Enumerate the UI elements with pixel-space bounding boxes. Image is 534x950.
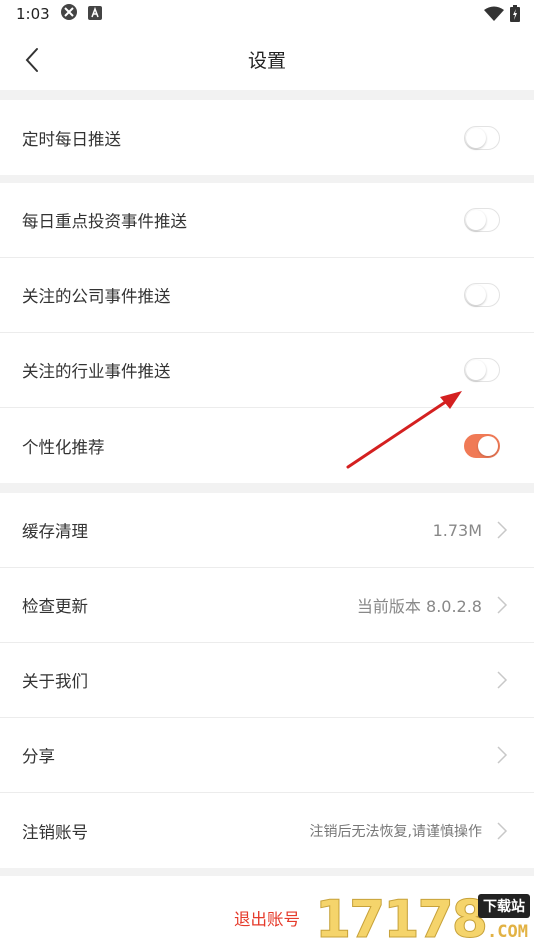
setting-label: 注销账号 bbox=[22, 822, 88, 842]
watermark-domain: .COM bbox=[487, 922, 528, 942]
setting-row-personalized[interactable]: 个性化推荐 bbox=[0, 408, 534, 483]
setting-row-company-push[interactable]: 关注的公司事件推送 bbox=[0, 258, 534, 333]
setting-label: 每日重点投资事件推送 bbox=[22, 212, 187, 231]
toggle-knob bbox=[478, 435, 498, 456]
setting-label: 定时每日推送 bbox=[22, 129, 121, 149]
toggle-knob bbox=[466, 360, 486, 380]
company-push-toggle[interactable] bbox=[464, 283, 500, 307]
chevron-right-icon bbox=[497, 746, 508, 764]
vpn-icon bbox=[60, 3, 78, 25]
watermark-tag: 下载站 bbox=[478, 894, 530, 918]
watermark-digits: 17178 bbox=[315, 890, 489, 950]
personalized-toggle[interactable] bbox=[464, 433, 500, 458]
setting-label: 关于我们 bbox=[22, 672, 88, 691]
toggle-knob bbox=[466, 127, 486, 148]
delete-account-hint: 注销后无法恢复,请谨慎操作 bbox=[309, 823, 482, 840]
setting-label: 分享 bbox=[22, 747, 55, 766]
settings-group-daily: 定时每日推送 bbox=[0, 100, 534, 175]
industry-push-toggle[interactable] bbox=[464, 358, 500, 382]
setting-row-investment-push[interactable]: 每日重点投资事件推送 bbox=[0, 183, 534, 258]
daily-push-toggle[interactable] bbox=[464, 125, 500, 150]
setting-label: 检查更新 bbox=[22, 597, 88, 616]
text-a-icon bbox=[87, 5, 102, 24]
setting-row-industry-push[interactable]: 关注的行业事件推送 bbox=[0, 333, 534, 408]
setting-label: 缓存清理 bbox=[22, 522, 88, 541]
status-time: 1:03 bbox=[16, 5, 50, 23]
setting-row-about[interactable]: 关于我们 bbox=[0, 643, 534, 718]
chevron-right-icon bbox=[497, 821, 508, 840]
chevron-right-icon bbox=[497, 671, 508, 689]
setting-row-cache[interactable]: 缓存清理 1.73M bbox=[0, 493, 534, 568]
setting-row-daily-push[interactable]: 定时每日推送 bbox=[0, 100, 534, 175]
battery-icon bbox=[510, 5, 520, 26]
setting-row-update[interactable]: 检查更新 当前版本 8.0.2.8 bbox=[0, 568, 534, 643]
navigation-bar: 设置 bbox=[0, 28, 534, 90]
settings-group-general: 缓存清理 1.73M 检查更新 当前版本 8.0.2.8 关于我们 分享 注销账… bbox=[0, 493, 534, 868]
chevron-right-icon bbox=[497, 521, 508, 539]
page-title: 设置 bbox=[247, 49, 286, 72]
site-watermark: 17178 下载站 .COM bbox=[309, 888, 534, 950]
setting-row-delete-account[interactable]: 注销账号 注销后无法恢复,请谨慎操作 bbox=[0, 793, 534, 868]
chevron-right-icon bbox=[497, 596, 508, 614]
settings-group-push: 每日重点投资事件推送 关注的公司事件推送 关注的行业事件推送 个性化推荐 bbox=[0, 183, 534, 483]
investment-push-toggle[interactable] bbox=[464, 208, 500, 232]
back-arrow-icon bbox=[25, 48, 38, 72]
toggle-knob bbox=[466, 285, 486, 305]
cache-size-value: 1.73M bbox=[432, 520, 482, 540]
status-bar: 1:03 bbox=[0, 0, 534, 28]
toggle-knob bbox=[466, 210, 486, 230]
setting-row-share[interactable]: 分享 bbox=[0, 718, 534, 793]
back-button[interactable] bbox=[18, 46, 46, 74]
setting-label: 个性化推荐 bbox=[22, 437, 105, 457]
wifi-icon bbox=[484, 6, 504, 26]
setting-label: 关注的行业事件推送 bbox=[22, 362, 171, 381]
version-value: 当前版本 8.0.2.8 bbox=[356, 597, 482, 616]
setting-label: 关注的公司事件推送 bbox=[22, 287, 171, 306]
